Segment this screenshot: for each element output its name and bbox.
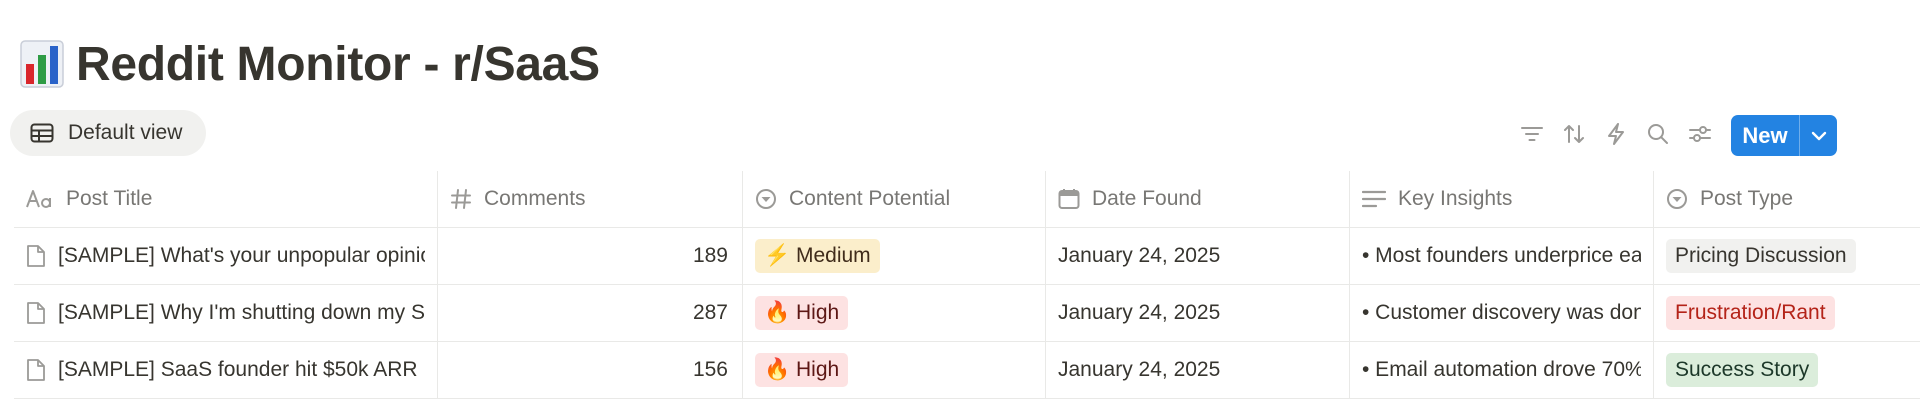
potential-badge: ⚡ Medium (755, 239, 880, 273)
select-property-icon (1667, 189, 1687, 209)
cell-key-insights[interactable]: • Email automation drove 70% of growth (1350, 342, 1654, 398)
column-header-label: Key Insights (1398, 187, 1513, 210)
automation-button[interactable] (1596, 114, 1636, 154)
column-header-label: Comments (484, 187, 586, 210)
database-toolbar (1512, 112, 1722, 156)
view-settings-button[interactable] (1680, 114, 1720, 154)
post-type-badge: Success Story (1666, 353, 1819, 387)
post-type-badge: Pricing Discussion (1666, 239, 1856, 273)
table-row[interactable]: [SAMPLE] What's your unpopular opinion a… (14, 228, 1920, 285)
cell-key-insights[interactable]: • Most founders underprice early (1350, 228, 1654, 284)
post-type-badge: Frustration/Rant (1666, 296, 1835, 330)
column-header-post-title[interactable]: Post Title (14, 171, 438, 227)
cell-post-title[interactable]: [SAMPLE] SaaS founder hit $50k ARR (14, 342, 438, 398)
new-options-button[interactable] (1800, 115, 1837, 156)
page-icon (27, 359, 45, 381)
cell-content-potential[interactable]: 🔥 High (743, 342, 1046, 398)
cell-post-type[interactable]: Frustration/Rant (1654, 285, 1920, 341)
bar-chart-icon (20, 40, 64, 88)
column-header-content-potential[interactable]: Content Potential (743, 171, 1046, 227)
cell-post-type[interactable]: Pricing Discussion (1654, 228, 1920, 284)
filter-icon (1521, 127, 1543, 141)
table-row[interactable]: [SAMPLE] Why I'm shutting down my SaaS 2… (14, 285, 1920, 342)
column-header-key-insights[interactable]: Key Insights (1350, 171, 1654, 227)
key-insight-text: • Most founders underprice early (1362, 244, 1641, 267)
table-row[interactable]: [SAMPLE] SaaS founder hit $50k ARR 156 🔥… (14, 342, 1920, 399)
column-header-post-type[interactable]: Post Type (1654, 171, 1920, 227)
cell-comments[interactable]: 156 (438, 342, 743, 398)
cell-comments[interactable]: 189 (438, 228, 743, 284)
table-icon (30, 123, 54, 143)
default-view-tab[interactable]: Default view (10, 110, 206, 156)
post-title-text: [SAMPLE] Why I'm shutting down my SaaS (58, 301, 425, 324)
cell-post-title[interactable]: [SAMPLE] Why I'm shutting down my SaaS (14, 285, 438, 341)
new-button[interactable]: New (1731, 115, 1799, 156)
sort-icon (1564, 125, 1584, 143)
lines-icon (1362, 190, 1386, 208)
cell-date-found[interactable]: January 24, 2025 (1046, 285, 1350, 341)
cell-date-found[interactable]: January 24, 2025 (1046, 228, 1350, 284)
column-header-comments[interactable]: Comments (438, 171, 743, 227)
key-insight-text: • Email automation drove 70% of growth (1362, 358, 1641, 381)
cell-post-title[interactable]: [SAMPLE] What's your unpopular opinion a… (14, 228, 438, 284)
calendar-icon (1058, 189, 1080, 209)
page-title: Reddit Monitor - r/SaaS (76, 37, 600, 91)
sort-button[interactable] (1554, 114, 1594, 154)
page-header: Reddit Monitor - r/SaaS (20, 34, 600, 94)
table-header: Post Title Comments Content Potential Da… (14, 171, 1920, 228)
select-property-icon (756, 189, 776, 209)
view-tab-label: Default view (68, 121, 183, 144)
column-header-label: Post Type (1700, 187, 1794, 210)
chevron-down-icon (1811, 131, 1826, 140)
number-property-icon (451, 189, 471, 209)
cell-content-potential[interactable]: ⚡ Medium (743, 228, 1046, 284)
new-button-group: New (1731, 115, 1837, 156)
column-header-label: Post Title (66, 187, 153, 210)
column-header-date-found[interactable]: Date Found (1046, 171, 1350, 227)
cell-date-found[interactable]: January 24, 2025 (1046, 342, 1350, 398)
lightning-icon (1608, 123, 1624, 145)
cell-post-type[interactable]: Success Story (1654, 342, 1920, 398)
post-title-text: [SAMPLE] What's your unpopular opinion a… (58, 244, 425, 267)
potential-badge: 🔥 High (755, 353, 849, 387)
text-property-icon (26, 190, 51, 208)
database-table: Post Title Comments Content Potential Da… (14, 171, 1920, 399)
search-icon (1648, 124, 1668, 144)
search-button[interactable] (1638, 114, 1678, 154)
filter-button[interactable] (1512, 114, 1552, 154)
cell-comments[interactable]: 287 (438, 285, 743, 341)
cell-key-insights[interactable]: • Customer discovery was done too late (1350, 285, 1654, 341)
cell-content-potential[interactable]: 🔥 High (743, 285, 1046, 341)
page-icon (27, 245, 45, 267)
post-title-text: [SAMPLE] SaaS founder hit $50k ARR (58, 358, 418, 381)
key-insight-text: • Customer discovery was done too late (1362, 301, 1641, 324)
column-header-label: Content Potential (789, 187, 951, 210)
settings-icon (1689, 126, 1711, 142)
column-header-label: Date Found (1092, 187, 1202, 210)
potential-badge: 🔥 High (755, 296, 849, 330)
page-icon (27, 302, 45, 324)
